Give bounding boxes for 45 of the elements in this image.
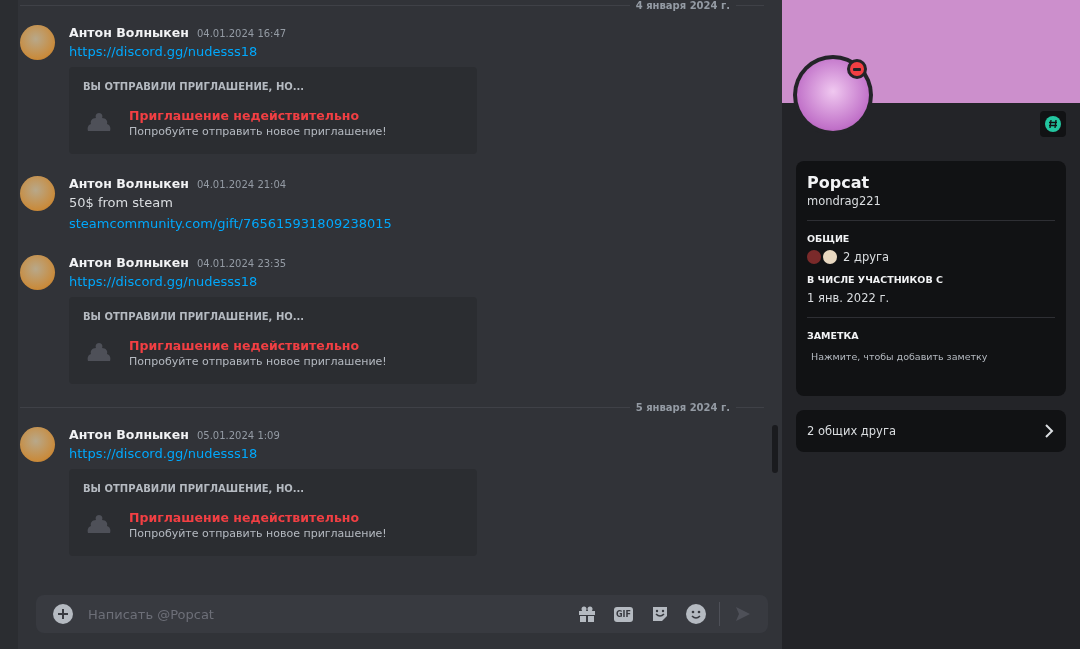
- friend-avatar[interactable]: [823, 250, 837, 264]
- embed-subtitle: Попробуйте отправить новое приглашение!: [129, 125, 387, 138]
- username: mondrag221: [807, 194, 882, 208]
- user-avatar[interactable]: [20, 427, 55, 462]
- embed-subtitle: Попробуйте отправить новое приглашение!: [129, 527, 387, 540]
- message-time: 04.01.2024 23:35: [196, 258, 287, 269]
- embed-subtitle: Попробуйте отправить новое приглашение!: [129, 355, 387, 368]
- message-time: 04.01.2024 21:04: [196, 179, 287, 190]
- section-title: ЗАМЕТКА: [807, 330, 860, 341]
- section-title: В ЧИСЛЕ УЧАСТНИКОВ С: [807, 274, 944, 285]
- embed-header: ВЫ ОТПРАВИЛИ ПРИГЛАШЕНИЕ, НО...: [83, 483, 306, 494]
- section-title: ОБЩИЕ: [807, 233, 851, 244]
- user-avatar[interactable]: [20, 255, 55, 290]
- hashtag-badge[interactable]: [1040, 111, 1066, 137]
- message-input[interactable]: Написать @Popcat GIF: [36, 595, 768, 633]
- member-since: 1 янв. 2022 г.: [807, 291, 891, 305]
- message-link[interactable]: https://discord.gg/nudesss18: [69, 42, 477, 61]
- embed-title: Приглашение недействительно: [129, 510, 361, 525]
- message-author[interactable]: Антон Волныкен: [69, 25, 189, 40]
- profile-avatar: [797, 59, 869, 131]
- message-link[interactable]: https://discord.gg/nudesss18: [69, 444, 477, 463]
- date-divider: 4 января 2024 г.: [634, 0, 731, 11]
- message-author[interactable]: Антон Волныкен: [69, 255, 189, 270]
- message-text: 50$ from steam: [69, 194, 174, 212]
- embed-header: ВЫ ОТПРАВИЛИ ПРИГЛАШЕНИЕ, НО...: [83, 311, 306, 322]
- gif-button[interactable]: GIF: [614, 606, 633, 622]
- message-time: 05.01.2024 1:09: [196, 430, 280, 441]
- mutual-count[interactable]: 2 друга: [843, 250, 890, 264]
- embed-header: ВЫ ОТПРАВИЛИ ПРИГЛАШЕНИЕ, НО...: [83, 81, 306, 92]
- add-icon[interactable]: [50, 601, 76, 627]
- date-divider: 5 января 2024 г.: [634, 402, 731, 413]
- note-input[interactable]: Нажмите, чтобы добавить заметку: [807, 347, 1055, 366]
- message-author[interactable]: Антон Волныкен: [69, 176, 189, 191]
- message-link[interactable]: steamcommunity.com/gift/765615931809238015: [69, 214, 392, 233]
- mutual-friends-button[interactable]: 2 общих друга: [796, 410, 1066, 452]
- user-avatar[interactable]: [20, 176, 55, 211]
- embed-title: Приглашение недействительно: [129, 338, 361, 353]
- message-link[interactable]: https://discord.gg/nudesss18: [69, 272, 477, 291]
- user-avatar[interactable]: [20, 25, 55, 60]
- display-name: Popcat: [807, 173, 871, 192]
- chevron-icon: [1044, 424, 1054, 438]
- embed-title: Приглашение недействительно: [129, 108, 361, 123]
- message-time: 04.01.2024 16:47: [196, 28, 287, 39]
- message-author[interactable]: Антон Волныкен: [69, 427, 189, 442]
- emoji-icon[interactable]: [683, 601, 709, 627]
